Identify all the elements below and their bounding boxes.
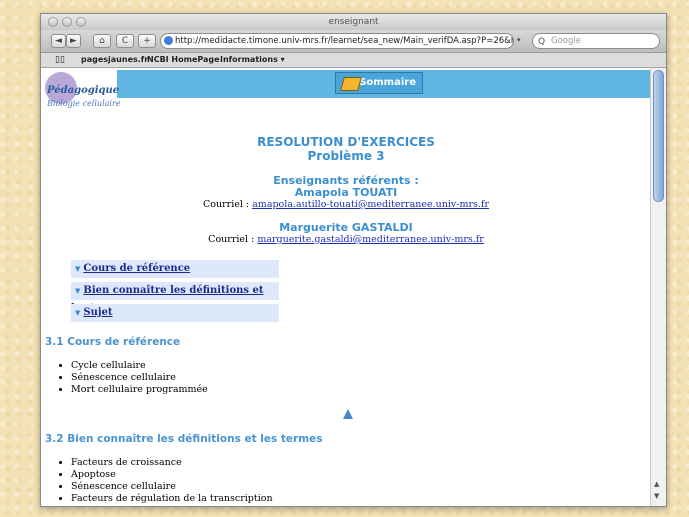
nav-link-cours[interactable]: Cours de référence <box>83 263 190 274</box>
page-title: RESOLUTION D'EXERCICES <box>257 135 435 149</box>
teacher2-name: Marguerite GASTALDI <box>279 221 413 234</box>
teacher2-contact: Courriel : marguerite.gastaldi@mediterra… <box>41 234 651 245</box>
list-item: Sénescence cellulaire <box>71 372 208 384</box>
scrollbar-thumb[interactable] <box>653 70 664 202</box>
address-bar[interactable]: http://medidacte.timone.univ-mrs.fr/lear… <box>160 33 514 49</box>
reload-button[interactable]: C <box>116 34 134 48</box>
scroll-up-arrow-icon[interactable]: ▲ <box>654 480 662 488</box>
teacher1-contact: Courriel : amapola.autillo-touati@medite… <box>41 199 651 210</box>
window-controls <box>48 17 86 27</box>
reload-icon: C <box>121 36 129 46</box>
bookmark-informations[interactable]: Informations ▾ <box>220 53 285 67</box>
list-item: Mort cellulaire programmée <box>71 384 208 396</box>
list-item: Facteurs de régulation de la transcripti… <box>71 493 273 505</box>
zoom-window-button[interactable] <box>76 17 86 27</box>
address-text: http://medidacte.timone.univ-mrs.fr/lear… <box>175 36 514 46</box>
chevron-down-icon: ▼ <box>75 286 81 295</box>
add-bookmark-button[interactable]: + <box>138 34 156 48</box>
search-icon: Q <box>538 37 546 47</box>
chevron-down-icon: ▼ <box>75 264 81 273</box>
close-window-button[interactable] <box>48 17 58 27</box>
home-button[interactable]: ⌂ <box>93 34 111 48</box>
minimize-window-button[interactable] <box>62 17 72 27</box>
nav-item-definitions[interactable]: ▼Bien connaître les définitions et les t… <box>71 282 279 314</box>
teacher1-name: Amapola TOUATI <box>294 186 398 199</box>
bookmark-ncbi[interactable]: NCBI HomePage <box>147 53 220 67</box>
back-arrow-icon: ◄ <box>55 36 62 46</box>
teacher1-email-label: Courriel : <box>203 199 253 210</box>
logo-line2: Pédagogique <box>47 85 120 96</box>
title-bar: enseignant <box>41 14 666 30</box>
teacher2-email-label: Courriel : <box>208 234 258 245</box>
list-item: Cycle cellulaire <box>71 360 208 372</box>
forward-arrow-icon: ► <box>70 36 77 46</box>
list-cours: Cycle cellulaire Sénescence cellulaire M… <box>55 360 208 396</box>
forward-button[interactable]: ► <box>66 34 81 48</box>
back-button[interactable]: ◄ <box>51 34 66 48</box>
search-placeholder: Google <box>551 36 581 46</box>
teacher1-email-link[interactable]: amapola.autillo-touati@mediterranee.univ… <box>252 199 489 210</box>
bookmark-pagesjaunes[interactable]: pagesjaunes.fr <box>81 53 148 67</box>
site-logo[interactable]: Serveur Pédagogique Biologie cellulaire <box>45 68 125 116</box>
nav-item-cours[interactable]: ▼ Cours de référence <box>71 260 279 278</box>
search-field[interactable]: Q Google <box>532 33 660 49</box>
page-content: Sommaire Serveur Pédagogique Biologie ce… <box>41 68 651 506</box>
list-item: Sénescence cellulaire <box>71 481 273 493</box>
list-definitions: Facteurs de croissance Apoptose Sénescen… <box>55 457 273 505</box>
bookmarks-book-icon[interactable]: ▯▯ <box>55 53 65 67</box>
home-icon: ⌂ <box>99 36 105 46</box>
plus-icon: + <box>143 36 151 46</box>
book-icon <box>340 77 362 91</box>
chevron-down-icon: ▼ <box>75 308 81 317</box>
scroll-down-arrow-icon[interactable]: ▼ <box>654 492 662 500</box>
browser-toolbar: ◄ ► ⌂ C + http://medidacte.timone.univ-m… <box>41 30 666 53</box>
teacher2-email-link[interactable]: marguerite.gastaldi@mediterranee.univ-mr… <box>257 234 484 245</box>
vertical-scrollbar[interactable]: ▲ ▼ <box>650 68 666 506</box>
section-heading-cours: 3.1 Cours de référence <box>45 336 181 348</box>
logo-line3: Biologie cellulaire <box>47 99 121 108</box>
list-item: Apoptose <box>71 469 273 481</box>
browser-window: enseignant ◄ ► ⌂ C + http://medidacte.ti… <box>40 13 667 507</box>
page-subtitle: Problème 3 <box>307 149 385 163</box>
logo-line1: Serveur <box>71 68 115 79</box>
back-to-top-icon[interactable] <box>343 409 353 419</box>
sommaire-button[interactable]: Sommaire <box>335 72 423 94</box>
sommaire-label: Sommaire <box>359 77 416 88</box>
address-dropdown-icon[interactable]: ▾ <box>517 36 528 46</box>
section-heading-definitions: 3.2 Bien connaître les définitions et le… <box>45 433 323 445</box>
window-title: enseignant <box>328 17 379 27</box>
globe-icon <box>164 36 173 45</box>
nav-link-sujet[interactable]: Sujet <box>83 307 112 318</box>
list-item: Facteurs de croissance <box>71 457 273 469</box>
bookmarks-bar: ▯▯ pagesjaunes.fr NCBI HomePage Informat… <box>41 53 666 68</box>
nav-item-sujet[interactable]: ▼ Sujet <box>71 304 279 322</box>
